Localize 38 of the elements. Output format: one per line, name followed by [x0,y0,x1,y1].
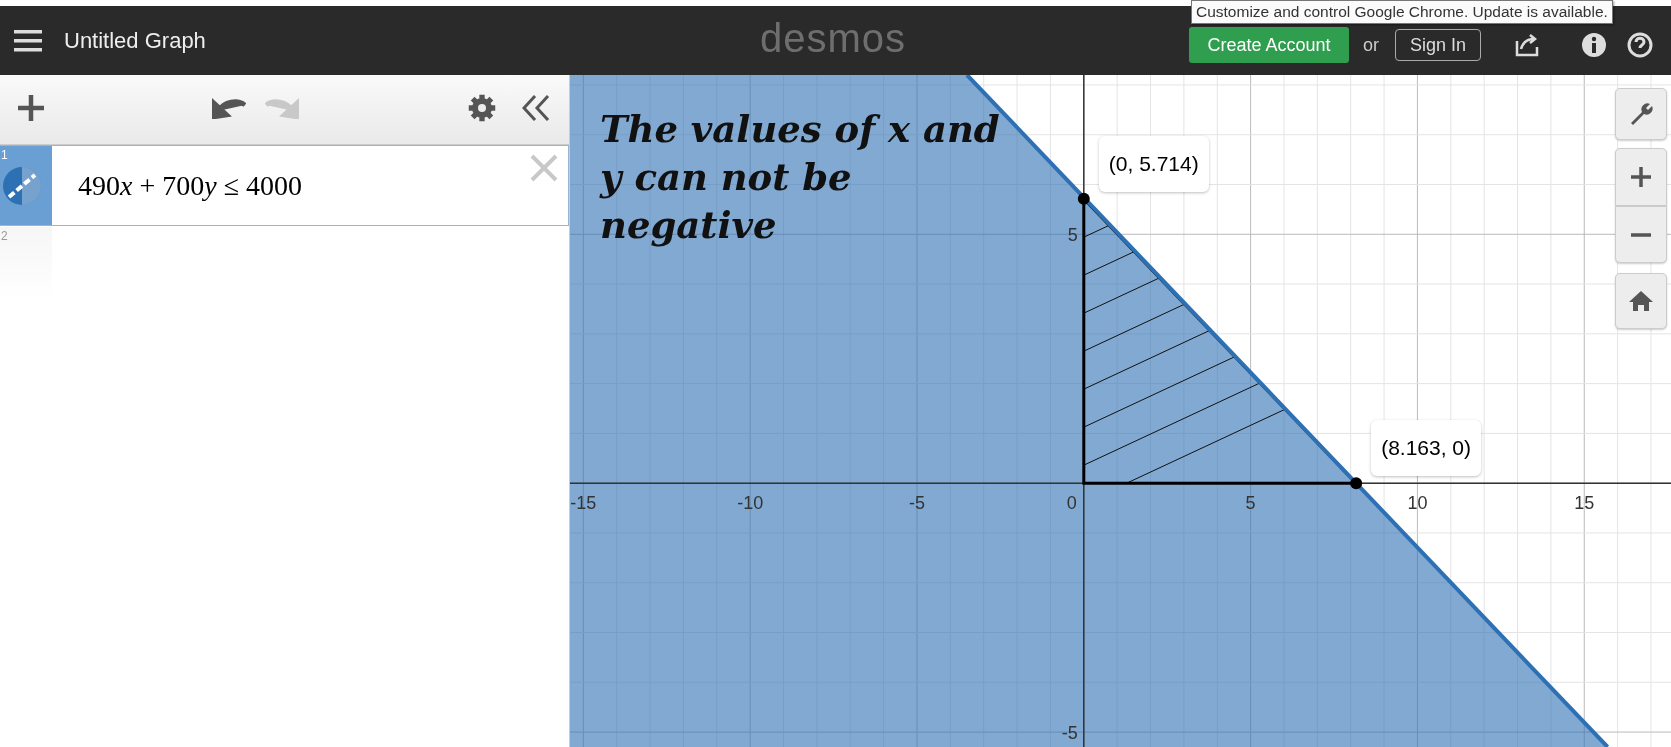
tick-label: -5 [1061,723,1078,744]
tick-label: 5 [1067,225,1078,246]
menu-icon[interactable] [14,28,42,53]
point-label: (8.163, 0) [1371,420,1482,477]
or-label: or [1363,34,1379,56]
expression-text[interactable]: 490x + 700y ≤ 4000 [78,169,303,202]
row-number: 2 [1,229,8,243]
point-label: (0, 5.714) [1098,135,1209,192]
settings-icon[interactable] [468,94,496,122]
graph-title[interactable]: Untitled Graph [64,27,206,54]
tick-label: 10 [1407,493,1428,514]
row-number: 1 [1,148,8,162]
origin-label: 0 [1066,493,1077,514]
point-marker[interactable] [1350,477,1363,490]
share-icon[interactable] [1515,33,1541,57]
sign-in-button[interactable]: Sign In [1395,29,1481,61]
tooltip: Customize and control Google Chrome. Update is available. [1191,0,1613,24]
collapse-icon[interactable] [522,95,550,121]
tick-label: -10 [737,493,764,514]
zoom-in-button[interactable] [1615,148,1667,206]
home-icon [1628,290,1654,312]
home-button[interactable] [1615,273,1667,329]
expression-row[interactable]: 1 490x + 700y ≤ 4000 [0,145,569,226]
tick-label: 5 [1245,493,1256,514]
annotation-text: The values of x and y can not be negative [600,106,1000,249]
logo: desmos [760,16,907,61]
tick-label: 15 [1574,493,1595,514]
help-icon[interactable] [1627,32,1653,58]
info-icon[interactable] [1581,32,1607,58]
line-style-icon[interactable] [2,166,42,206]
tick-label: -15 [570,493,597,514]
add-icon[interactable] [18,95,44,121]
minus-icon [1631,232,1651,237]
wrench-button[interactable] [1615,88,1667,140]
zoom-out-button[interactable] [1615,206,1667,263]
point-marker[interactable] [1077,192,1090,205]
plus-icon [1631,167,1651,187]
tick-label: -5 [908,493,925,514]
